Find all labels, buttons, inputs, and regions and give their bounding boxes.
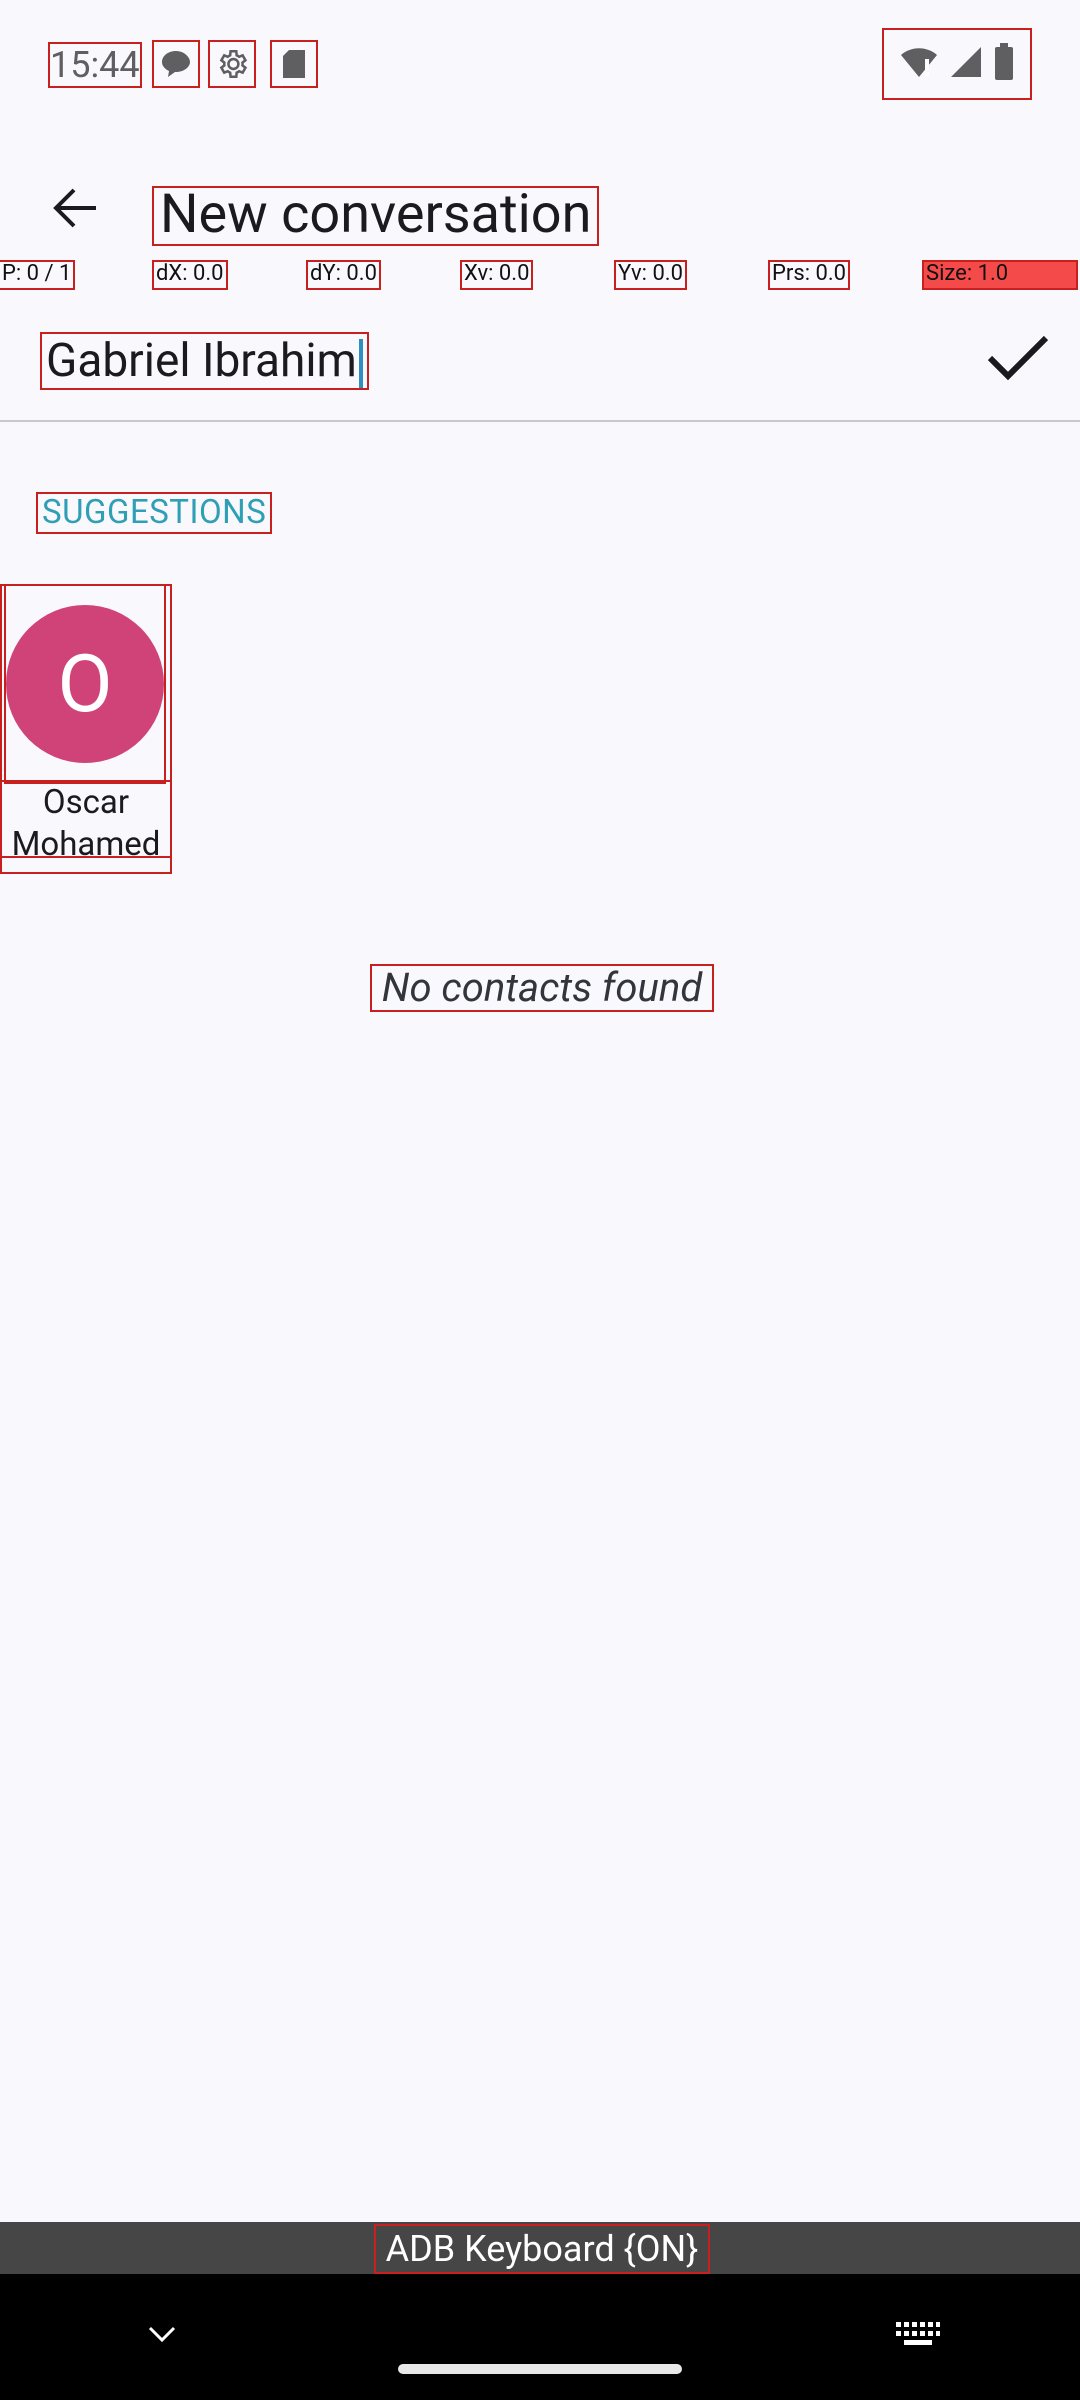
settings-gear-icon xyxy=(208,40,256,88)
keyboard-status-label: ADB Keyboard {ON} xyxy=(374,2224,710,2274)
pointer-location-overlay: P: 0 / 1 dX: 0.0 dY: 0.0 Xv: 0.0 Yv: 0.0… xyxy=(0,130,1080,290)
checkmark-icon xyxy=(987,334,1049,386)
pointer-dy: dY: 0.0 xyxy=(306,260,381,290)
divider xyxy=(0,420,1080,422)
status-right-icons xyxy=(882,28,1032,100)
pointer-size: Size: 1.0 xyxy=(922,260,1078,290)
chat-bubble-icon xyxy=(152,40,200,88)
arrow-back-icon xyxy=(50,186,98,234)
page-title: New conversation xyxy=(151,186,600,246)
chevron-down-icon xyxy=(147,2325,177,2347)
contact-first-name: Oscar xyxy=(42,783,130,822)
avatar-initial: O xyxy=(6,605,164,763)
battery-icon xyxy=(993,43,1015,85)
sd-card-icon xyxy=(270,40,318,88)
contact-last-name: Mohamed xyxy=(11,825,161,864)
cell-signal-icon xyxy=(949,45,983,83)
pointer-dx: dX: 0.0 xyxy=(152,260,228,290)
contact-name: Oscar Mohamed xyxy=(0,780,172,864)
wifi-alert-icon xyxy=(899,45,939,83)
keyboard-switch-button[interactable] xyxy=(892,2314,944,2358)
recipient-input-value: Gabriel Ibrahim xyxy=(46,334,357,388)
home-gesture-handle[interactable] xyxy=(398,2364,682,2374)
confirm-button[interactable] xyxy=(976,318,1060,402)
back-button[interactable] xyxy=(40,176,108,244)
pointer-count: P: 0 / 1 xyxy=(0,260,76,290)
status-bar: 15:44 xyxy=(0,0,1080,130)
suggestions-header: SUGGESTIONS xyxy=(35,492,273,534)
status-time: 15:44 xyxy=(48,42,142,88)
recipient-input[interactable]: Gabriel Ibrahim xyxy=(40,332,369,390)
pointer-pressure: Prs: 0.0 xyxy=(767,260,851,290)
pointer-xv: Xv: 0.0 xyxy=(459,260,534,290)
avatar[interactable]: O xyxy=(4,584,166,784)
text-caret xyxy=(358,338,363,389)
keyboard-icon xyxy=(895,2321,941,2351)
hide-keyboard-button[interactable] xyxy=(140,2314,184,2358)
empty-state-message: No contacts found xyxy=(370,964,714,1012)
pointer-yv: Yv: 0.0 xyxy=(614,260,687,290)
contact-suggestion[interactable]: O Oscar Mohamed xyxy=(0,584,172,874)
